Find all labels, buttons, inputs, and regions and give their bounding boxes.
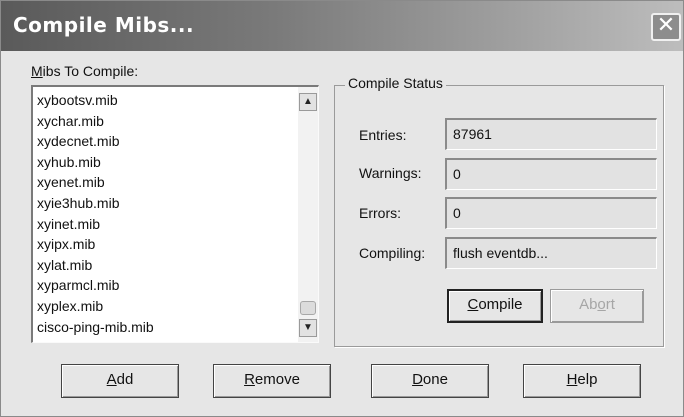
- title-bar[interactable]: Compile Mibs... ✕: [1, 1, 683, 51]
- help-button[interactable]: Help: [523, 364, 641, 398]
- compile-button[interactable]: Compile: [447, 289, 543, 323]
- warnings-label: Warnings:: [359, 165, 422, 181]
- mibs-label-mnemonic: M: [31, 63, 43, 79]
- done-button[interactable]: Done: [371, 364, 489, 398]
- mibs-list[interactable]: xybootsv.mib xychar.mib xydecnet.mib xyhub.…: [31, 85, 319, 343]
- compiling-field: flush eventdb...: [445, 237, 657, 269]
- mib-list-item[interactable]: xybootsv.mib: [37, 91, 154, 112]
- scroll-down-arrow-icon[interactable]: ▼: [299, 319, 317, 337]
- mibs-label-text: ibs To Compile:: [42, 63, 139, 79]
- dialog-title: Compile Mibs...: [13, 13, 195, 37]
- entries-field: 87961: [445, 118, 657, 150]
- abort-label-post: rt: [605, 296, 615, 313]
- add-label: dd: [116, 371, 134, 388]
- compile-status-label: Compile Status: [345, 75, 446, 91]
- help-mnemonic: H: [566, 371, 578, 388]
- add-button[interactable]: Add: [61, 364, 179, 398]
- abort-mnemonic: o: [597, 296, 606, 313]
- entries-label: Entries:: [359, 127, 407, 143]
- warnings-field: 0: [445, 158, 657, 190]
- mib-list-item[interactable]: xylat.mib: [37, 256, 154, 277]
- remove-button[interactable]: Remove: [213, 364, 331, 398]
- errors-label: Errors:: [359, 205, 401, 221]
- mib-list-item[interactable]: xyenet.mib: [37, 173, 154, 194]
- mib-list-item[interactable]: xyplex.mib: [37, 297, 154, 318]
- add-mnemonic: A: [106, 371, 117, 388]
- mib-list-item[interactable]: xyhub.mib: [37, 153, 154, 174]
- close-icon[interactable]: ✕: [651, 13, 681, 41]
- abort-label-pre: Ab: [579, 296, 598, 313]
- mib-list-item[interactable]: xychar.mib: [37, 112, 154, 133]
- mibs-list-scrollbar[interactable]: ▲ ▼: [298, 87, 318, 342]
- compile-label: ompile: [478, 296, 523, 313]
- remove-mnemonic: R: [244, 371, 255, 388]
- mib-list-item[interactable]: xyinet.mib: [37, 215, 154, 236]
- mib-list-item[interactable]: xyie3hub.mib: [37, 194, 154, 215]
- errors-field: 0: [445, 197, 657, 229]
- scroll-up-arrow-icon[interactable]: ▲: [299, 93, 317, 111]
- compile-mnemonic: C: [467, 296, 479, 313]
- scrollbar-thumb[interactable]: [300, 301, 316, 315]
- help-label: elp: [577, 371, 598, 388]
- abort-button[interactable]: Abort: [550, 289, 644, 323]
- mib-list-item[interactable]: xyipx.mib: [37, 235, 154, 256]
- mib-list-item[interactable]: xyparmcl.mib: [37, 276, 154, 297]
- compiling-label: Compiling:: [359, 245, 426, 261]
- compile-mibs-dialog: Compile Mibs... ✕ Mibs To Compile: xyboo…: [0, 0, 684, 417]
- mibs-list-items: xybootsv.mib xychar.mib xydecnet.mib xyhub.…: [37, 91, 154, 338]
- mib-list-item[interactable]: xydecnet.mib: [37, 132, 154, 153]
- mib-list-item[interactable]: cisco-ping-mib.mib: [37, 318, 154, 339]
- done-label: one: [422, 371, 448, 388]
- done-mnemonic: D: [412, 371, 423, 388]
- mibs-to-compile-label: Mibs To Compile:: [31, 63, 138, 79]
- remove-label: emove: [254, 371, 300, 388]
